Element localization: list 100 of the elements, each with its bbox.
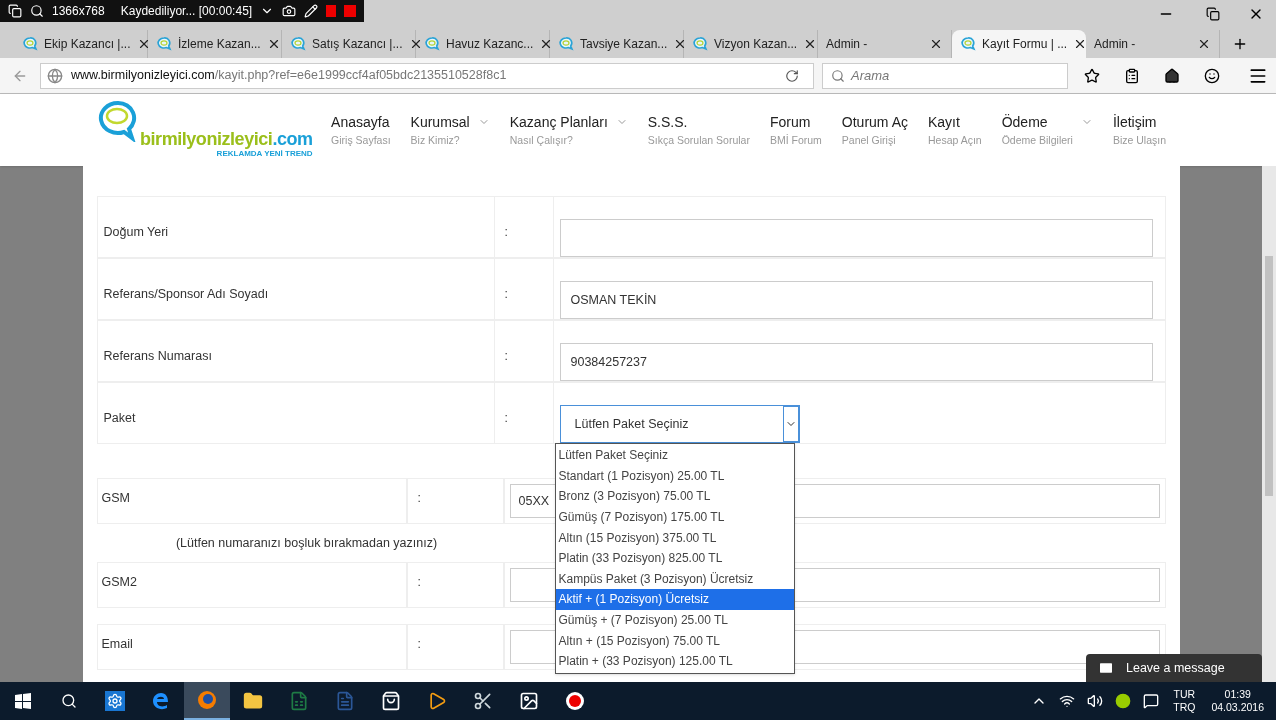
dropdown-option[interactable]: Lütfen Paket Seçiniz [555,445,794,466]
scrollbar[interactable] [1262,166,1276,682]
browser-tab[interactable]: Kayıt Formu | ... [952,30,1086,58]
smiley-icon[interactable] [1204,67,1220,84]
nav-item[interactable]: Kayıt Hesap Açın [928,111,982,149]
new-tab-icon[interactable] [1232,36,1248,52]
text-field[interactable]: OSMAN TEKİN [559,281,1153,319]
nav-subtitle: Hesap Açın [928,132,982,148]
text-field[interactable] [559,219,1153,257]
clock-date[interactable]: 04.03.2016 [1211,701,1264,715]
close-icon[interactable] [1197,37,1211,51]
camera-icon[interactable] [282,4,297,18]
nav-item[interactable]: S.S.S. Sıkça Sorulan Sorular [647,111,750,149]
colon: : [493,383,554,443]
speaker-icon[interactable] [1087,693,1104,709]
window-icon[interactable] [8,4,22,18]
search-field[interactable]: Arama [822,62,1068,89]
chat-widget[interactable]: Leave a message [1086,654,1262,682]
field-label: Paket [103,410,137,427]
mail-icon [1098,660,1114,676]
tab-title: Admin - [1094,36,1137,53]
tab-title: İzleme Kazan... [178,36,261,53]
field-label: GSM2 [96,562,407,608]
pencil-icon[interactable] [304,4,319,18]
notification-icon[interactable] [1143,693,1160,709]
nav-item[interactable]: Forum BMİ Forum [769,111,822,149]
nav-label: Oturum Aç [841,112,908,132]
colon: : [406,624,504,670]
clock-time[interactable]: 01:39 [1224,687,1251,701]
text-field[interactable]: 90384257237 [559,343,1153,381]
search-icon[interactable] [30,4,44,18]
field-label: Referans/Sponsor Adı Soyadı [103,286,270,303]
speech-bubble-icon [22,36,38,52]
dropdown-option[interactable]: Platin + (33 Pozisyon) 125.00 TL [555,650,794,672]
speech-bubble-icon [290,36,306,52]
reading-list-icon[interactable] [1124,67,1140,84]
field-label: GSM [96,478,407,524]
nav-label: Anasayfa [331,112,391,132]
nav-label: İletişim [1112,112,1158,132]
folder-icon [243,691,263,711]
close-icon[interactable] [929,37,943,51]
speech-bubble-icon [156,36,172,52]
document-icon [335,691,355,711]
nav-item[interactable]: Kazanç Planları Nasıl Çalışır? [509,111,628,149]
nav-item[interactable]: Ödeme Ödeme Bilgileri [1001,111,1093,149]
tab-title: Tavsiye Kazan... [580,36,668,53]
nav-label: Kayıt [928,112,961,132]
dropdown-option[interactable]: Aktif + (1 Pozisyon) Ücretsiz [555,589,794,610]
colon: : [406,478,504,524]
url-text: www.birmilyonizleyici.com/kayit.php?ref=e6e1999ccf4af05bdc2135510528f8c1 [71,67,508,85]
select-value: Lütfen Paket Seçiniz [573,415,690,433]
select-field[interactable]: Lütfen Paket Seçiniz [559,405,800,443]
tab-title: Admin - [826,36,869,53]
nav-label: Kurumsal [410,112,470,132]
language-indicator[interactable]: TUR [1173,687,1196,701]
address-bar[interactable]: www.birmilyonizleyici.com/kayit.php?ref=e6e1999ccf4af05bdc2135510528f8c1 [40,62,814,89]
tab-title: Ekip Kazancı |... [44,36,131,53]
pause-icon[interactable] [326,5,337,17]
search-icon[interactable] [61,693,77,709]
speech-bubble-icon [692,36,708,52]
dropdown-option[interactable]: Kampüs Paket (3 Pozisyon) Ücretsiz [555,568,794,590]
wifi-icon[interactable] [1059,693,1076,709]
keyboard-layout[interactable]: TRQ [1173,701,1196,715]
restore-icon[interactable] [1206,7,1220,21]
logo-text: birmilyonizleyici.com [140,130,313,148]
home-icon[interactable] [1164,67,1180,84]
nav-label: Kazanç Planları [509,112,608,132]
reload-icon[interactable] [785,68,799,83]
colon: : [493,259,554,319]
dropdown-option[interactable]: Standart (1 Pozisyon) 25.00 TL [555,465,794,487]
scissors-icon [473,691,493,711]
windows-icon[interactable] [15,693,31,709]
image-icon [519,691,539,711]
dropdown-option[interactable]: Altın + (15 Pozisyon) 75.00 TL [555,630,794,651]
dropdown-option[interactable]: Bronz (3 Pozisyon) 75.00 TL [555,486,794,507]
status-icon[interactable] [1115,693,1132,709]
nav-label: Ödeme [1001,112,1049,132]
dropdown-option[interactable]: Platin (33 Pozisyon) 825.00 TL [555,547,794,569]
logo-tagline: REKLAMDA YENİ TREND [216,149,313,160]
tab-title: Kayıt Formu | ... [982,36,1068,53]
gear-icon [105,691,125,711]
nav-subtitle: Bize Ulaşın [1112,132,1166,148]
nav-item[interactable]: Oturum Aç Panel Girişi [841,111,908,149]
nav-item[interactable]: İletişim Bize Ulaşın [1112,111,1166,149]
nav-label: Forum [769,112,812,132]
logo-bubble-icon [98,100,138,142]
nav-subtitle: Nasıl Çalışır? [509,132,574,148]
field-label: Email [96,624,407,670]
nav-item[interactable]: Anasayfa Giriş Sayfası [331,111,391,149]
nav-item[interactable]: Kurumsal Biz Kimiz? [410,111,490,149]
tab-title: Havuz Kazanc... [446,36,534,53]
nav-subtitle: Biz Kimiz? [410,132,461,148]
field-label: Referans Numarası [103,348,213,365]
bookmark-star-icon[interactable] [1084,67,1100,84]
tab-title: Vizyon Kazan... [714,36,798,53]
dropdown-option[interactable]: Gümüş + (7 Pozisyon) 25.00 TL [555,609,794,631]
colon: : [406,562,504,608]
recording-resolution: 1366x768 [52,3,105,20]
dropdown-option[interactable]: Altın (15 Pozisyon) 375.00 TL [555,527,794,548]
stop-icon[interactable] [344,5,357,17]
